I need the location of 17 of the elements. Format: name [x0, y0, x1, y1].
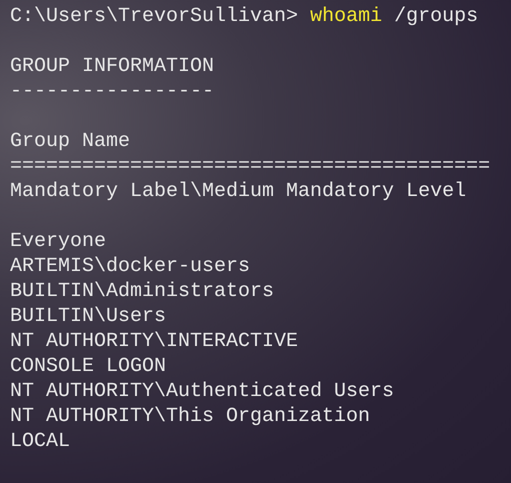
group-name: CONSOLE LOGON	[10, 355, 166, 378]
group-name: BUILTIN\Administrators	[10, 280, 274, 303]
command-name: whoami	[310, 5, 382, 28]
column-heading: Group Name	[10, 130, 130, 153]
group-name: Everyone	[10, 230, 106, 253]
group-name: ARTEMIS\docker-users	[10, 255, 250, 278]
group-name: LOCAL	[10, 430, 70, 453]
prompt-path: C:\Users\TrevorSullivan>	[10, 5, 298, 28]
column-rule: ========================================	[10, 155, 490, 178]
group-name: BUILTIN\Users	[10, 305, 166, 328]
group-name: NT AUTHORITY\INTERACTIVE	[10, 330, 298, 353]
group-name: NT AUTHORITY\Authenticated Users	[10, 380, 394, 403]
mandatory-label-line: Mandatory Label\Medium Mandatory Level	[10, 180, 466, 203]
group-name: NT AUTHORITY\This Organization	[10, 405, 370, 428]
section-title: GROUP INFORMATION	[10, 55, 214, 78]
command-argument: /groups	[394, 5, 478, 28]
dashed-underline: -----------------	[10, 80, 214, 103]
